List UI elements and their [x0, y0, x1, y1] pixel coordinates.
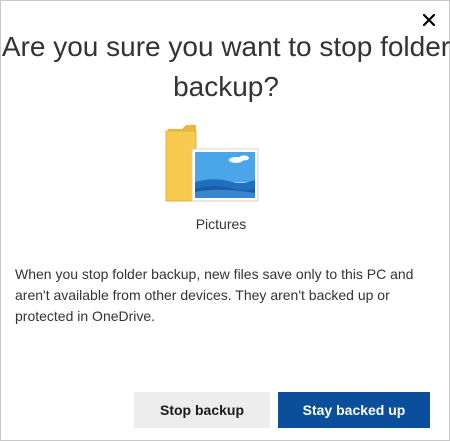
- close-icon: [423, 14, 435, 26]
- stay-backed-up-button[interactable]: Stay backed up: [278, 392, 430, 428]
- dialog-description: When you stop folder backup, new files s…: [15, 266, 414, 324]
- pictures-folder-icon: [165, 125, 259, 202]
- pictures-folder: [164, 125, 260, 203]
- stop-backup-dialog: Are you sure you want to stop folder bac…: [0, 0, 450, 441]
- stop-backup-button[interactable]: Stop backup: [134, 392, 270, 428]
- folder-label: Pictures: [195, 216, 247, 232]
- dialog-title: Are you sure you want to stop folder bac…: [1, 31, 450, 102]
